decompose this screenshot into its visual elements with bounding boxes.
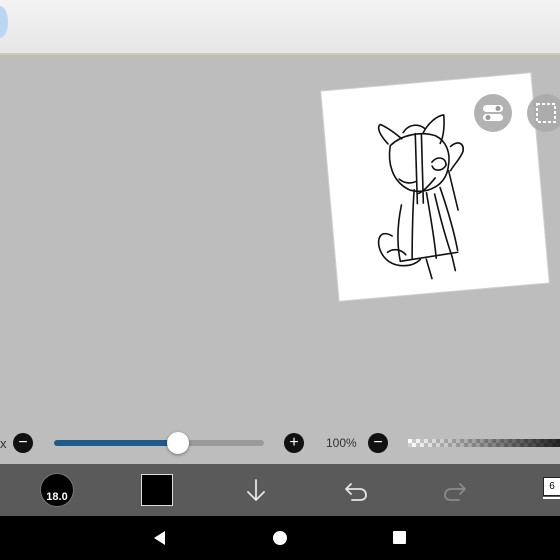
- undo-icon[interactable]: [342, 476, 370, 504]
- download-icon[interactable]: [242, 476, 270, 504]
- cat-sketch-drawing: [377, 114, 464, 280]
- back-icon[interactable]: [152, 530, 166, 546]
- size-slider-track[interactable]: [178, 440, 264, 446]
- size-slider-label: x: [0, 436, 7, 451]
- opacity-decrease-button[interactable]: −: [368, 433, 388, 453]
- layers-icon: [543, 497, 560, 499]
- size-decrease-button[interactable]: −: [13, 433, 33, 453]
- selection-button[interactable]: [527, 94, 560, 132]
- selection-icon: [536, 103, 556, 123]
- size-increase-button[interactable]: +: [284, 433, 304, 453]
- brush-size-value: 18.0: [46, 491, 68, 503]
- toggle-switch-button[interactable]: [474, 94, 512, 132]
- layer-count: 6: [543, 477, 560, 496]
- drawing-canvas[interactable]: [321, 73, 549, 301]
- size-slider-fill[interactable]: [54, 440, 178, 446]
- slider-row: x − + 100% −: [0, 428, 560, 458]
- toggle-switch-icon: [483, 105, 503, 121]
- layers-button[interactable]: 6: [543, 477, 560, 501]
- redo-icon[interactable]: [441, 476, 469, 504]
- top-accent-shape: [0, 6, 8, 38]
- size-slider-thumb[interactable]: [167, 432, 189, 454]
- opacity-label: 100%: [326, 436, 357, 450]
- opacity-slider-track[interactable]: [408, 439, 560, 447]
- brush-size-button[interactable]: 18.0: [40, 473, 74, 507]
- recent-apps-icon[interactable]: [393, 531, 406, 544]
- bottom-toolbar: 18.0 6: [0, 464, 560, 516]
- android-nav-bar: [0, 516, 560, 560]
- color-swatch[interactable]: [141, 474, 173, 506]
- app-top-bar: [0, 0, 560, 55]
- home-icon[interactable]: [273, 531, 287, 545]
